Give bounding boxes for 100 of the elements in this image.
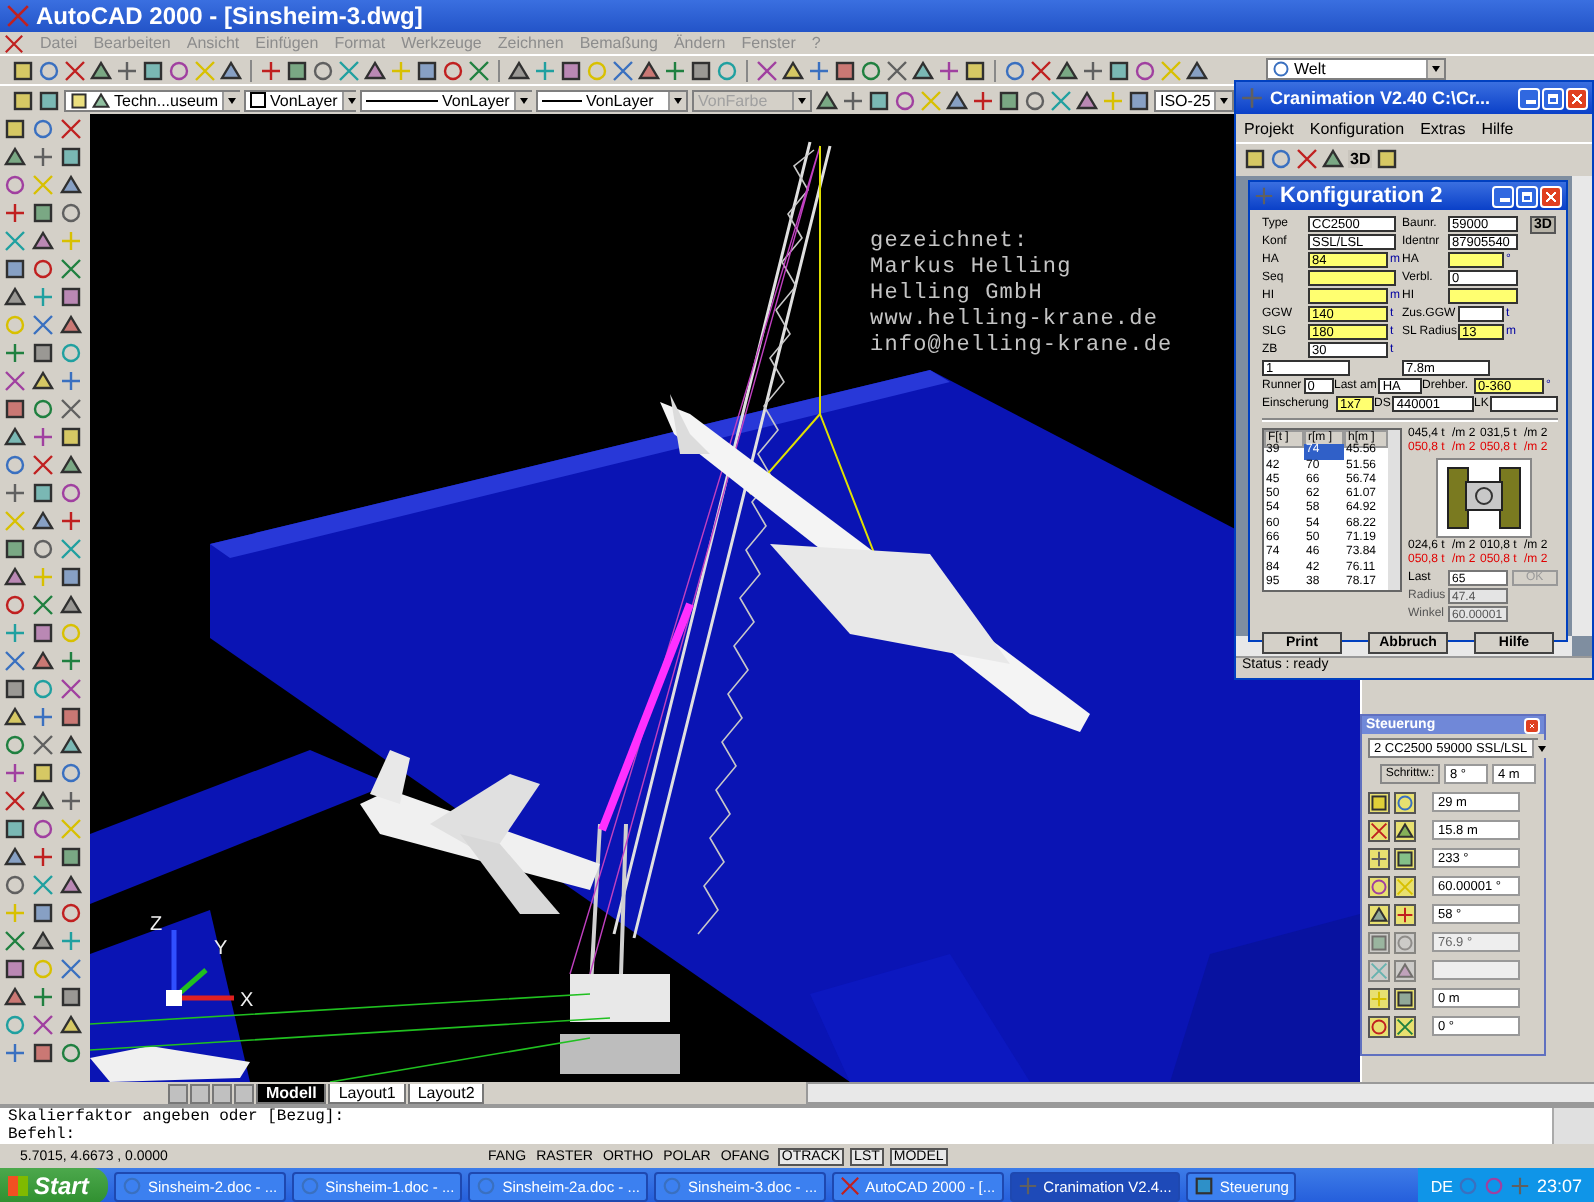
tool-icon[interactable]: [58, 118, 84, 140]
maximize-button[interactable]: [1542, 87, 1564, 109]
tool-icon[interactable]: [58, 482, 84, 504]
tool-icon[interactable]: [1024, 89, 1046, 111]
linetype-dropdown[interactable]: VonLayer: [360, 89, 532, 111]
tool-icon[interactable]: [416, 59, 438, 81]
tool-icon[interactable]: [364, 59, 386, 81]
input-field[interactable]: [1458, 306, 1504, 322]
tool-icon[interactable]: [30, 1042, 56, 1064]
tool-icon[interactable]: [90, 59, 112, 81]
tool-icon[interactable]: [30, 342, 56, 364]
maximize-button[interactable]: [1516, 185, 1538, 207]
tool-icon[interactable]: [964, 59, 986, 81]
tool-icon[interactable]: [2, 286, 28, 308]
ucs-dropdown[interactable]: Welt: [1266, 58, 1446, 80]
tool-icon[interactable]: [998, 89, 1020, 111]
vertical-scrollbar[interactable]: [1572, 176, 1592, 636]
tool-icon[interactable]: [312, 59, 334, 81]
tool-icon[interactable]: [30, 734, 56, 756]
tool-icon[interactable]: [30, 426, 56, 448]
layout-tab[interactable]: Layout1: [328, 1083, 406, 1103]
tool-icon[interactable]: [834, 59, 856, 81]
tool-icon[interactable]: [1056, 59, 1078, 81]
tool-icon[interactable]: [2, 818, 28, 840]
tool-icon[interactable]: [286, 59, 308, 81]
tool-icon[interactable]: [220, 59, 242, 81]
tool-icon[interactable]: [30, 258, 56, 280]
tool-icon[interactable]: [1030, 59, 1052, 81]
tool-icon[interactable]: [1082, 59, 1104, 81]
layout-tab[interactable]: Layout2: [407, 1083, 485, 1103]
horizontal-scrollbar[interactable]: [806, 1082, 1594, 1104]
tool-icon[interactable]: [2, 986, 28, 1008]
tool-icon[interactable]: [2, 874, 28, 896]
tool-icon[interactable]: [58, 1014, 84, 1036]
tool-icon[interactable]: [142, 59, 164, 81]
tool-icon[interactable]: [58, 902, 84, 924]
tool-icon[interactable]: [1134, 59, 1156, 81]
tool-icon[interactable]: [58, 734, 84, 756]
tool-icon[interactable]: [58, 566, 84, 588]
tool-icon[interactable]: [690, 59, 712, 81]
tool-icon[interactable]: [58, 594, 84, 616]
tool-icon[interactable]: [58, 790, 84, 812]
input-field[interactable]: [1448, 252, 1504, 268]
tool-icon[interactable]: [886, 59, 908, 81]
tool-icon[interactable]: [58, 314, 84, 336]
tool-icon[interactable]: [842, 89, 864, 111]
tool-icon[interactable]: [30, 510, 56, 532]
input-field[interactable]: [1308, 270, 1396, 286]
tool-icon[interactable]: [168, 59, 190, 81]
layer-dropdown[interactable]: Techn...useum: [64, 89, 240, 111]
scrollbar[interactable]: [1552, 1108, 1594, 1144]
vertical-scrollbar[interactable]: [1388, 430, 1400, 590]
tool-icon[interactable]: [30, 202, 56, 224]
layout-tab[interactable]: Modell: [256, 1083, 327, 1103]
tool-icon[interactable]: [30, 762, 56, 784]
tool-icon[interactable]: [2, 846, 28, 868]
tool-icon[interactable]: [1186, 59, 1208, 81]
tool-icon[interactable]: [2, 370, 28, 392]
tool-icon[interactable]: [30, 818, 56, 840]
tool-icon[interactable]: [30, 146, 56, 168]
tool-icon[interactable]: [894, 89, 916, 111]
tool-icon[interactable]: [2, 426, 28, 448]
tool-icon[interactable]: [58, 398, 84, 420]
menu-item[interactable]: Konfiguration: [1309, 119, 1405, 137]
tool-icon[interactable]: [58, 454, 84, 476]
tool-icon[interactable]: [30, 538, 56, 560]
tool-icon[interactable]: [58, 202, 84, 224]
minimize-button[interactable]: [1518, 87, 1540, 109]
tool-icon[interactable]: [2, 790, 28, 812]
tool-icon[interactable]: [560, 59, 582, 81]
tool-icon[interactable]: [938, 59, 960, 81]
menu-item[interactable]: Projekt: [1244, 119, 1294, 137]
tool-icon[interactable]: [2, 958, 28, 980]
tool-icon[interactable]: [2, 398, 28, 420]
tool-icon[interactable]: [868, 89, 890, 111]
tool-icon[interactable]: [30, 930, 56, 952]
close-button[interactable]: [1566, 87, 1588, 109]
start-button[interactable]: Start: [0, 1168, 108, 1202]
tool-icon[interactable]: [2, 482, 28, 504]
tool-icon[interactable]: [2, 146, 28, 168]
input-field[interactable]: [1448, 288, 1518, 304]
menu-item[interactable]: Extras: [1420, 119, 1466, 137]
tool-icon[interactable]: [58, 678, 84, 700]
tool-icon[interactable]: [638, 59, 660, 81]
tool-icon[interactable]: [912, 59, 934, 81]
tool-icon[interactable]: [38, 89, 60, 111]
close-button[interactable]: [1524, 717, 1540, 733]
tool-icon[interactable]: [58, 426, 84, 448]
tool-icon[interactable]: [2, 538, 28, 560]
dimstyle-dropdown[interactable]: ISO-25: [1154, 89, 1234, 111]
tool-icon[interactable]: [30, 846, 56, 868]
tool-icon[interactable]: [260, 59, 282, 81]
tool-icon[interactable]: [2, 258, 28, 280]
tool-icon[interactable]: [2, 594, 28, 616]
input-field[interactable]: [1308, 288, 1388, 304]
3d-view-button[interactable]: 3D: [1348, 149, 1373, 167]
tool-icon[interactable]: [2, 566, 28, 588]
tool-icon[interactable]: [2, 678, 28, 700]
input-field[interactable]: [1490, 396, 1558, 412]
tool-icon[interactable]: [30, 230, 56, 252]
